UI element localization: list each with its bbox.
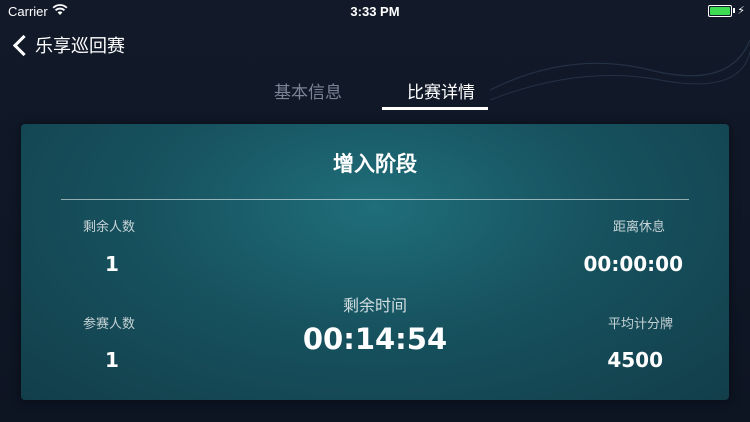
active-tab-indicator [382, 107, 488, 110]
divider [61, 199, 689, 200]
stage-title: 增入阶段 [333, 152, 417, 176]
back-button-label: 乐享巡回赛 [35, 36, 125, 57]
break-countdown-label: 距离休息 [612, 220, 665, 235]
tab-basic-info[interactable]: 基本信息 [274, 78, 342, 103]
tab-bar: 基本信息 比赛详情 [0, 68, 750, 110]
remaining-players-value: 1 [105, 252, 119, 276]
average-chips-value: 4500 [607, 348, 663, 372]
break-countdown-value: 00:00:00 [583, 252, 684, 276]
battery-icon [708, 5, 732, 17]
chevron-left-icon [12, 34, 35, 56]
back-button[interactable]: 乐享巡回赛 [10, 32, 125, 58]
status-time: 3:33 PM [350, 4, 400, 19]
battery-cap [733, 8, 735, 13]
average-chips-label: 平均计分牌 [607, 317, 673, 332]
navigation-bar: 乐享巡回赛 [0, 24, 750, 68]
battery-level [710, 7, 730, 15]
tab-match-details[interactable]: 比赛详情 [407, 78, 475, 103]
match-details-card: 增入阶段 剩余人数 1 参赛人数 1 剩余时间 00:14:54 距离休息 00… [21, 124, 729, 400]
charging-icon: ⚡ [737, 4, 745, 17]
remaining-players-label: 剩余人数 [83, 220, 136, 235]
status-bar: Carrier 3:33 PM ⚡ [0, 0, 750, 22]
